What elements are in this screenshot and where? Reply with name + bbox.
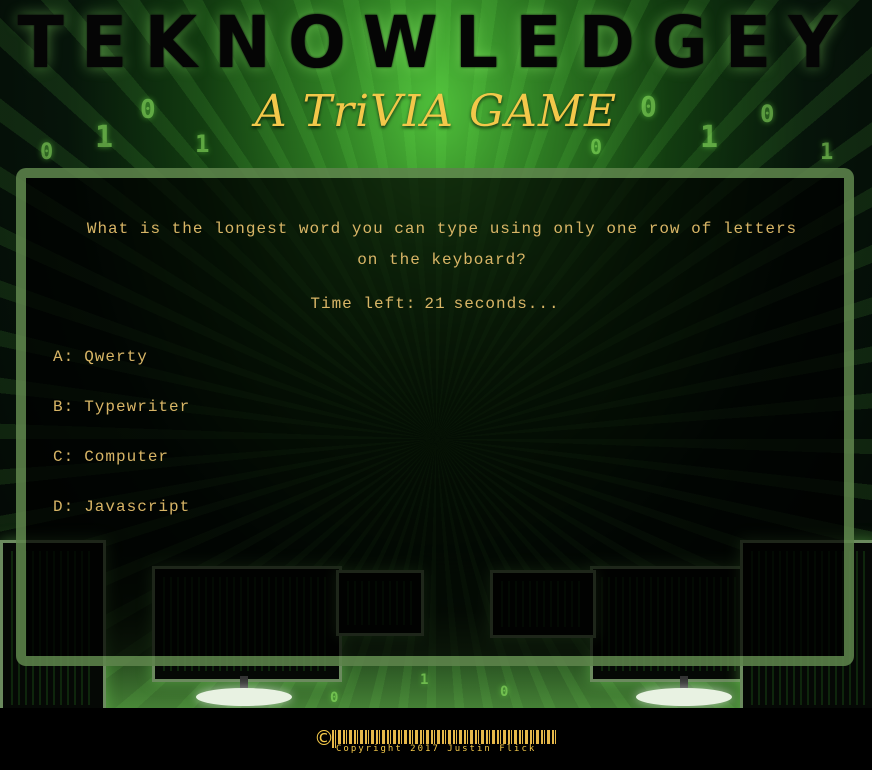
monitor-base: [196, 688, 292, 706]
answer-letter: A:: [53, 348, 75, 366]
answer-letter: B:: [53, 398, 75, 416]
timer-label: Time left:: [310, 295, 417, 313]
monitor-base: [636, 688, 732, 706]
matrix-digit: 0: [500, 684, 509, 700]
matrix-digit: 0: [40, 140, 54, 165]
answer-option-c[interactable]: C: Computer: [53, 448, 169, 466]
answer-option-a[interactable]: A: Qwerty: [53, 348, 148, 366]
answer-letter: D:: [53, 498, 75, 516]
answer-text: Typewriter: [84, 398, 191, 416]
game-subtitle: A TriVIA GAME: [254, 86, 618, 137]
copyright-icon: ©: [314, 726, 334, 750]
answer-text: Qwerty: [84, 348, 148, 366]
footer: © Copyright 2017 Justin Flick: [0, 708, 872, 770]
answer-text: Computer: [84, 448, 170, 466]
answer-text: Javascript: [84, 498, 191, 516]
matrix-digit: 1: [820, 140, 834, 165]
matrix-digit: 0: [590, 135, 603, 159]
matrix-digit: 1: [420, 672, 429, 688]
game-title: TEKNOWLEDGEY: [17, 2, 855, 85]
countdown-timer: Time left: 21 seconds...: [26, 295, 844, 313]
answer-letter: C:: [53, 448, 75, 466]
timer-suffix: seconds...: [453, 295, 560, 313]
timer-seconds: 21: [424, 295, 446, 313]
question-text: What is the longest word you can type us…: [86, 220, 798, 269]
copyright-text: Copyright 2017 Justin Flick: [336, 744, 556, 754]
question-panel: What is the longest word you can type us…: [16, 168, 854, 666]
answer-option-b[interactable]: B: Typewriter: [53, 398, 190, 416]
matrix-digit: 0: [330, 690, 339, 706]
answer-option-d[interactable]: D: Javascript: [53, 498, 190, 516]
